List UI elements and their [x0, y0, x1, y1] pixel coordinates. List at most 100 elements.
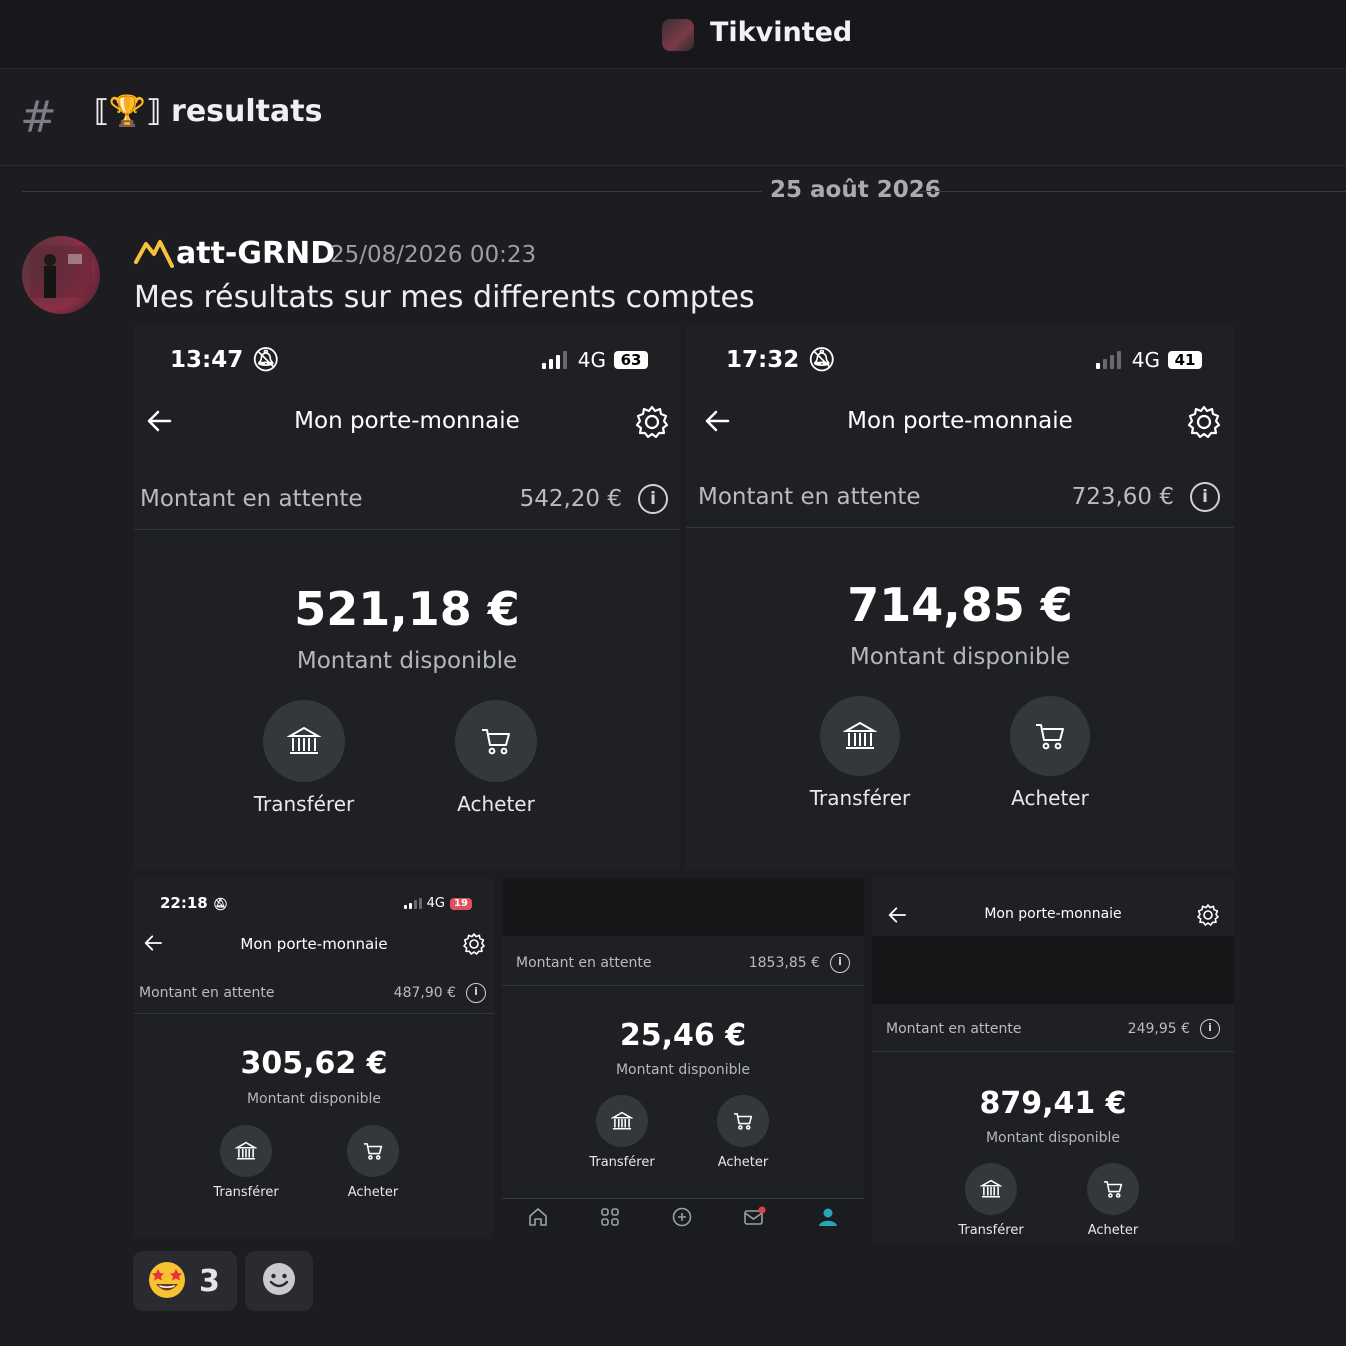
- signal-icon: [403, 898, 422, 909]
- reaction-star-struck[interactable]: 3: [133, 1251, 237, 1311]
- status-time: 22:18: [160, 894, 208, 912]
- network-label: 4G: [577, 348, 606, 372]
- message-text: Mes résultats sur mes differents comptes: [134, 280, 755, 315]
- pending-row[interactable]: Montant en attente 542,20 € i: [134, 468, 680, 530]
- pending-row[interactable]: Montant en attente 487,90 € i: [134, 972, 494, 1014]
- transfer-button[interactable]: Transférer: [582, 1095, 662, 1170]
- buy-label: Acheter: [347, 1185, 399, 1200]
- cart-icon: [1010, 696, 1090, 776]
- transfer-label: Transférer: [589, 1155, 655, 1170]
- pending-amount: 1853,85 €: [748, 954, 820, 971]
- avatar[interactable]: [22, 236, 100, 314]
- pending-amount: 723,60 €: [1071, 483, 1174, 510]
- cart-icon: [347, 1125, 399, 1177]
- wallet-title: Mon porte-monnaie: [847, 408, 1073, 434]
- info-icon[interactable]: i: [830, 952, 850, 973]
- signal-icon: [541, 351, 570, 369]
- available-amount: 305,62 €: [240, 1046, 388, 1081]
- gear-icon[interactable]: [1196, 903, 1220, 931]
- hash-icon: #: [20, 92, 57, 143]
- cropped-header: [502, 878, 864, 936]
- buy-label: Acheter: [457, 792, 535, 816]
- transfer-label: Transférer: [213, 1185, 279, 1200]
- cart-icon: [717, 1095, 769, 1147]
- buy-label: Acheter: [1087, 1223, 1139, 1238]
- pending-label: Montant en attente: [140, 485, 363, 512]
- transfer-button[interactable]: Transférer: [244, 700, 364, 816]
- back-arrow-icon[interactable]: [702, 406, 732, 440]
- back-arrow-icon[interactable]: [886, 904, 908, 930]
- transfer-label: Transférer: [253, 792, 355, 816]
- gear-icon[interactable]: [462, 932, 486, 960]
- available-amount: 714,85 €: [847, 578, 1073, 632]
- available-label: Montant disponible: [296, 648, 518, 674]
- server-header: Tikvinted: [0, 0, 1346, 69]
- bank-icon: [965, 1163, 1017, 1215]
- username[interactable]: att-GRND: [176, 236, 335, 271]
- transfer-button[interactable]: Transférer: [951, 1163, 1031, 1238]
- battery-icon: 63: [614, 351, 648, 369]
- pending-label: Montant en attente: [516, 954, 652, 971]
- wallet-title: Mon porte-monnaie: [984, 906, 1122, 922]
- status-time: 13:47: [170, 347, 244, 373]
- wallet-screenshot-5[interactable]: Mon porte-monnaie Montant en attente 249…: [872, 878, 1234, 1244]
- back-arrow-icon[interactable]: [142, 932, 164, 958]
- pending-row[interactable]: Montant en attente 723,60 € i: [686, 466, 1234, 528]
- available-amount: 521,18 €: [294, 582, 520, 636]
- transfer-button[interactable]: Transférer: [206, 1125, 286, 1200]
- home-icon[interactable]: [527, 1206, 549, 1232]
- pending-row[interactable]: Montant en attente 249,95 € i: [872, 1006, 1234, 1052]
- wallet-title: Mon porte-monnaie: [240, 935, 388, 953]
- buy-button[interactable]: Acheter: [436, 700, 556, 816]
- bank-icon: [820, 696, 900, 776]
- server-name[interactable]: Tikvinted: [710, 17, 852, 48]
- pending-amount: 487,90 €: [393, 984, 456, 1001]
- info-icon[interactable]: i: [1190, 481, 1220, 512]
- date-divider-line-right: [918, 191, 1346, 192]
- buy-button[interactable]: Acheter: [333, 1125, 413, 1200]
- network-label: 4G: [426, 896, 445, 911]
- reaction-count: 3: [199, 1263, 220, 1299]
- buy-button[interactable]: Acheter: [703, 1095, 783, 1170]
- inbox-icon[interactable]: [743, 1206, 767, 1232]
- channel-name[interactable]: ⟦🏆⟧ resultats: [94, 94, 322, 129]
- crown-icon: [134, 240, 174, 268]
- status-time: 17:32: [726, 347, 800, 373]
- buy-button[interactable]: Acheter: [990, 696, 1110, 810]
- transfer-label: Transférer: [958, 1223, 1024, 1238]
- gear-icon[interactable]: [634, 404, 670, 444]
- available-label: Montant disponible: [615, 1062, 751, 1078]
- profile-icon[interactable]: [817, 1206, 839, 1232]
- date-divider-line-left: [22, 191, 762, 192]
- transfer-button[interactable]: Transférer: [800, 696, 920, 810]
- browse-icon[interactable]: [599, 1206, 621, 1232]
- cart-icon: [1087, 1163, 1139, 1215]
- wallet-title: Mon porte-monnaie: [294, 408, 520, 434]
- pending-label: Montant en attente: [139, 984, 275, 1001]
- wallet-screenshot-3[interactable]: 22:18 🔕︎ 4G 19 Mon porte-monnaie Montant…: [134, 878, 494, 1238]
- pending-row[interactable]: Montant en attente 1853,85 € i: [502, 940, 864, 986]
- server-icon[interactable]: [662, 19, 694, 51]
- wallet-screenshot-4[interactable]: Montant en attente 1853,85 € i 25,46 € M…: [502, 878, 864, 1238]
- add-reaction-icon: [261, 1261, 297, 1301]
- sell-plus-icon[interactable]: [671, 1206, 693, 1232]
- info-icon[interactable]: i: [1200, 1018, 1220, 1039]
- info-icon[interactable]: i: [638, 483, 668, 514]
- buy-button[interactable]: Acheter: [1073, 1163, 1153, 1238]
- bank-icon: [220, 1125, 272, 1177]
- battery-icon: 41: [1168, 351, 1202, 369]
- info-icon[interactable]: i: [466, 982, 486, 1003]
- wallet-screenshot-2[interactable]: 17:32 🔕︎ 4G 41 Mon porte-monnaie Montant…: [686, 326, 1234, 870]
- available-amount: 25,46 €: [619, 1018, 747, 1053]
- gear-icon[interactable]: [1186, 404, 1222, 444]
- back-arrow-icon[interactable]: [144, 406, 174, 440]
- pending-amount: 542,20 €: [519, 485, 622, 512]
- star-struck-emoji-icon: [145, 1257, 189, 1305]
- pending-amount: 249,95 €: [1127, 1020, 1190, 1037]
- add-reaction-button[interactable]: [245, 1251, 313, 1311]
- signal-icon: [1095, 351, 1124, 369]
- wallet-screenshot-1[interactable]: 13:47 🔕︎ 4G 63 Mon porte-monnaie Montant…: [134, 326, 680, 870]
- available-label: Montant disponible: [246, 1091, 382, 1107]
- cart-icon: [455, 700, 537, 782]
- transfer-label: Transférer: [809, 786, 911, 810]
